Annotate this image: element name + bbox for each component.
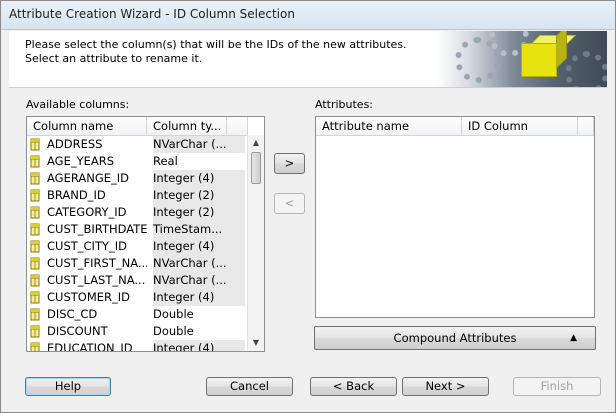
- table-row[interactable]: AGE_YEARS Real: [27, 153, 247, 170]
- table-row[interactable]: DISCOUNT Double: [27, 323, 247, 340]
- column-icon: [30, 308, 41, 321]
- header-filler: [227, 117, 248, 135]
- compound-attributes-button[interactable]: Compound Attributes ▲: [314, 326, 596, 350]
- cancel-button[interactable]: Cancel: [206, 377, 293, 396]
- instruction-banner: Please select the column(s) that will be…: [9, 31, 607, 88]
- available-columns-scrollbar[interactable]: ▲ ▼: [247, 135, 264, 351]
- column-name-cell: EDUCATION_ID: [47, 340, 147, 351]
- column-name-cell: CUSTOMER_ID: [47, 289, 147, 306]
- column-name-header[interactable]: Column name: [27, 117, 147, 135]
- column-name-cell: DISC_CD: [47, 307, 98, 321]
- column-icon: [30, 291, 41, 304]
- column-icon: [30, 325, 41, 338]
- finish-button[interactable]: Finish: [513, 377, 601, 396]
- column-icon: [30, 206, 41, 219]
- table-row[interactable]: BRAND_ID Integer (2): [27, 187, 247, 204]
- column-icon: [30, 189, 41, 202]
- instruction-text: Please select the column(s) that will be…: [25, 38, 407, 66]
- banner-gears-image: [437, 31, 607, 87]
- column-type-cell: Double: [153, 324, 194, 338]
- column-name-cell: CATEGORY_ID: [47, 204, 147, 221]
- title-bar: Attribute Creation Wizard - ID Column Se…: [1, 1, 615, 30]
- column-name-cell: CUST_FIRST_NA...: [47, 255, 147, 272]
- column-name-cell: AGE_YEARS: [47, 154, 115, 168]
- available-columns-label: Available columns:: [26, 98, 130, 111]
- column-name-cell: ADDRESS: [47, 136, 147, 153]
- column-icon: [30, 240, 41, 253]
- attributes-label: Attributes:: [315, 98, 374, 111]
- instruction-line-2: Select an attribute to rename it.: [25, 52, 203, 65]
- add-attribute-button[interactable]: >: [274, 153, 305, 174]
- column-type-cell: Integer (4): [153, 289, 245, 306]
- column-type-header[interactable]: Column ty...: [147, 117, 227, 135]
- table-row[interactable]: CUST_CITY_ID Integer (4): [27, 238, 247, 255]
- compound-attributes-label: Compound Attributes: [393, 331, 517, 345]
- table-row[interactable]: ADDRESS NVarChar (...: [27, 136, 247, 153]
- remove-attribute-button[interactable]: <: [274, 193, 305, 214]
- scroll-thumb[interactable]: [251, 152, 261, 184]
- table-row[interactable]: DISC_CD Double: [27, 306, 247, 323]
- back-button[interactable]: < Back: [310, 377, 397, 396]
- column-name-cell: AGERANGE_ID: [47, 170, 147, 187]
- column-type-cell: Double: [153, 307, 194, 321]
- expand-up-arrow-icon: ▲: [570, 333, 577, 343]
- column-name-cell: BRAND_ID: [47, 187, 147, 204]
- instruction-line-1: Please select the column(s) that will be…: [25, 38, 407, 51]
- column-name-cell: DISCOUNT: [47, 324, 108, 338]
- next-button[interactable]: Next >: [402, 377, 489, 396]
- table-row[interactable]: AGERANGE_ID Integer (4): [27, 170, 247, 187]
- window-title: Attribute Creation Wizard - ID Column Se…: [9, 7, 295, 21]
- column-icon: [30, 223, 41, 236]
- attributes-list[interactable]: Attribute name ID Column: [315, 116, 595, 318]
- column-type-cell: NVarChar (...: [153, 272, 245, 289]
- help-button[interactable]: Help: [25, 377, 111, 396]
- column-type-cell: Integer (4): [153, 238, 245, 255]
- column-type-cell: TimeStam...: [153, 221, 245, 238]
- attribute-name-header[interactable]: Attribute name: [316, 117, 462, 135]
- table-row[interactable]: CATEGORY_ID Integer (2): [27, 204, 247, 221]
- available-columns-list[interactable]: Column name Column ty... ADDRESS NVarChar…: [26, 116, 265, 352]
- table-row[interactable]: CUSTOMER_ID Integer (4): [27, 289, 247, 306]
- table-row[interactable]: EDUCATION_ID Integer (4): [27, 340, 247, 351]
- column-icon: [30, 274, 41, 287]
- table-row[interactable]: CUST_BIRTHDATE TimeStam...: [27, 221, 247, 238]
- scroll-up-arrow-icon[interactable]: ▲: [248, 135, 264, 151]
- attributes-header: Attribute name ID Column: [316, 117, 594, 136]
- gear-icon: [565, 51, 607, 87]
- column-type-cell: Integer (4): [153, 340, 245, 351]
- column-name-cell: CUST_LAST_NA...: [47, 272, 147, 289]
- table-row[interactable]: CUST_FIRST_NA... NVarChar (...: [27, 255, 247, 272]
- header-filler: [578, 117, 594, 135]
- column-type-cell: Integer (4): [153, 170, 245, 187]
- column-icon: [30, 342, 41, 351]
- wizard-window: Attribute Creation Wizard - ID Column Se…: [0, 0, 616, 413]
- scroll-down-arrow-icon[interactable]: ▼: [248, 335, 264, 351]
- column-type-cell: Real: [153, 154, 178, 168]
- column-name-cell: CUST_BIRTHDATE: [47, 221, 147, 238]
- column-icon: [30, 257, 41, 270]
- available-columns-header: Column name Column ty...: [27, 117, 248, 136]
- column-type-cell: Integer (2): [153, 187, 245, 204]
- table-row[interactable]: CUST_LAST_NA... NVarChar (...: [27, 272, 247, 289]
- id-column-header[interactable]: ID Column: [462, 117, 578, 135]
- column-icon: [30, 172, 41, 185]
- column-type-cell: Integer (2): [153, 204, 245, 221]
- column-type-cell: NVarChar (...: [153, 136, 245, 153]
- column-icon: [30, 155, 41, 168]
- column-name-cell: CUST_CITY_ID: [47, 238, 147, 255]
- column-type-cell: NVarChar (...: [153, 255, 245, 272]
- column-icon: [30, 138, 41, 151]
